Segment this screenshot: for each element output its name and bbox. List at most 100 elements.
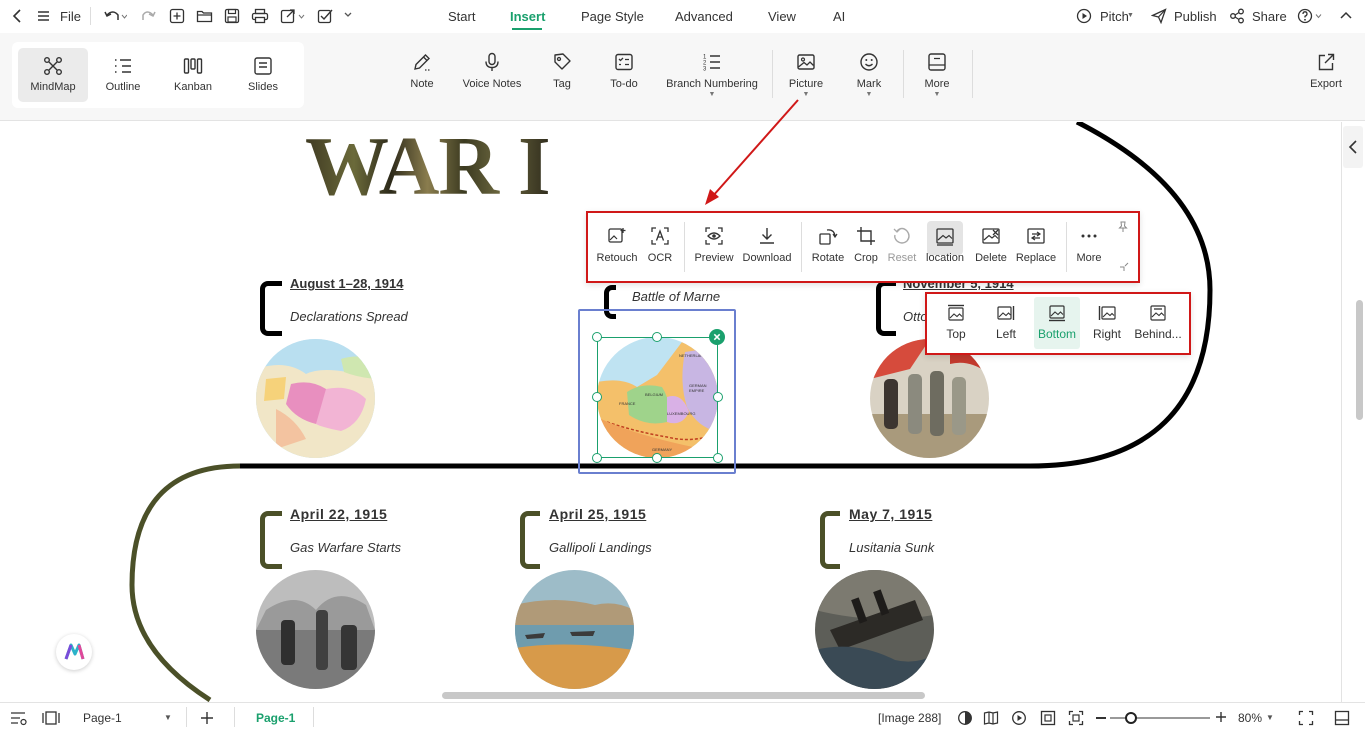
page-panel-icon[interactable] bbox=[42, 710, 60, 726]
image-resize-box[interactable] bbox=[597, 337, 718, 458]
add-page-icon[interactable] bbox=[200, 711, 214, 725]
resize-handle[interactable] bbox=[652, 332, 662, 342]
resize-handle[interactable] bbox=[592, 392, 602, 402]
tab-insert[interactable]: Insert bbox=[510, 9, 545, 24]
download-button[interactable]: Download bbox=[739, 226, 795, 264]
open-folder-icon[interactable] bbox=[196, 8, 213, 24]
publish-icon[interactable] bbox=[1151, 8, 1167, 24]
save-icon[interactable] bbox=[224, 8, 240, 24]
ai-assistant-icon[interactable] bbox=[56, 634, 92, 670]
share-button[interactable]: Share bbox=[1252, 9, 1287, 24]
topic-description[interactable]: Gas Warfare Starts bbox=[290, 540, 401, 555]
location-bottom-option[interactable]: Bottom bbox=[1035, 304, 1079, 341]
voice-notes-button[interactable]: Voice Notes bbox=[458, 48, 526, 104]
file-menu[interactable]: File bbox=[60, 9, 81, 24]
more-options-button[interactable]: More bbox=[1072, 226, 1106, 264]
resize-handle[interactable] bbox=[652, 453, 662, 463]
play-icon[interactable] bbox=[1076, 8, 1092, 24]
chevron-down-icon[interactable] bbox=[343, 10, 353, 20]
fit-page-icon[interactable] bbox=[1040, 710, 1056, 726]
tab-view[interactable]: View bbox=[768, 9, 796, 24]
page-tab-active[interactable]: Page-1 bbox=[256, 711, 295, 725]
redo-icon[interactable] bbox=[141, 8, 157, 24]
gas-warfare-image[interactable] bbox=[256, 570, 375, 689]
zoom-level[interactable]: 80% bbox=[1238, 711, 1262, 725]
share-icon[interactable] bbox=[1229, 8, 1245, 24]
tab-page-style[interactable]: Page Style bbox=[581, 9, 644, 24]
pin-icon[interactable] bbox=[1117, 221, 1129, 233]
horizontal-scrollbar[interactable] bbox=[442, 692, 925, 699]
task-check-icon[interactable] bbox=[317, 8, 333, 24]
topic-date[interactable]: April 25, 1915 bbox=[549, 506, 646, 522]
resize-handle[interactable] bbox=[592, 453, 602, 463]
publish-button[interactable]: Publish bbox=[1174, 9, 1217, 24]
slideshow-play-icon[interactable] bbox=[1011, 710, 1027, 726]
view-outline-button[interactable]: Outline bbox=[88, 48, 158, 102]
view-slides-button[interactable]: Slides bbox=[228, 48, 298, 102]
print-icon[interactable] bbox=[251, 8, 269, 24]
reset-button[interactable]: Reset bbox=[886, 226, 918, 264]
topic-date[interactable]: August 1–28, 1914 bbox=[290, 276, 403, 291]
fullscreen-fit-icon[interactable] bbox=[1068, 710, 1084, 726]
topic-description[interactable]: Declarations Spread bbox=[290, 309, 408, 324]
vertical-scrollbar[interactable] bbox=[1356, 300, 1363, 420]
zoom-slider-thumb[interactable] bbox=[1125, 712, 1137, 724]
location-button[interactable]: location bbox=[922, 226, 968, 264]
crop-button[interactable]: Crop bbox=[851, 226, 881, 264]
tab-start[interactable]: Start bbox=[448, 9, 475, 24]
page-select-dropdown[interactable]: Page-1 ▼ bbox=[70, 706, 178, 730]
resize-handle[interactable] bbox=[713, 453, 723, 463]
topic-description[interactable]: Gallipoli Landings bbox=[549, 540, 652, 555]
europe-map-image[interactable] bbox=[256, 339, 375, 458]
new-icon[interactable] bbox=[169, 8, 185, 24]
book-view-icon[interactable] bbox=[983, 710, 999, 726]
export-share-icon[interactable] bbox=[280, 8, 306, 24]
topic-date[interactable]: May 7, 1915 bbox=[849, 506, 932, 522]
delete-button[interactable]: Delete bbox=[972, 226, 1010, 264]
tag-button[interactable]: Tag bbox=[544, 48, 580, 104]
topic-date[interactable]: April 22, 1915 bbox=[290, 506, 387, 522]
note-button[interactable]: Note bbox=[402, 48, 442, 104]
topic-description[interactable]: Otto bbox=[903, 309, 928, 324]
topic-description[interactable]: Lusitania Sunk bbox=[849, 540, 934, 555]
mark-button[interactable]: Mark ▼ bbox=[850, 48, 888, 104]
hamburger-icon[interactable] bbox=[37, 10, 50, 22]
title-war-i[interactable]: WAR I bbox=[305, 125, 551, 209]
help-icon[interactable] bbox=[1297, 8, 1323, 24]
outline-list-icon[interactable] bbox=[10, 710, 28, 726]
remove-image-icon[interactable] bbox=[709, 329, 725, 345]
fullscreen-icon[interactable] bbox=[1298, 710, 1314, 726]
zoom-out-icon[interactable] bbox=[1096, 717, 1106, 719]
todo-button[interactable]: To-do bbox=[604, 48, 644, 104]
ocr-button[interactable]: OCR bbox=[644, 226, 676, 264]
back-icon[interactable] bbox=[11, 8, 25, 24]
retouch-button[interactable]: Retouch bbox=[594, 226, 640, 264]
resize-handle[interactable] bbox=[713, 392, 723, 402]
location-behind-option[interactable]: Behind... bbox=[1133, 304, 1183, 341]
location-left-option[interactable]: Left bbox=[988, 304, 1024, 341]
preview-button[interactable]: Preview bbox=[692, 226, 736, 264]
more-button[interactable]: More ▼ bbox=[918, 48, 956, 104]
resize-handle[interactable] bbox=[592, 332, 602, 342]
export-button[interactable]: Export bbox=[1305, 48, 1347, 104]
rotate-button[interactable]: Rotate bbox=[810, 226, 846, 264]
pitch-button[interactable]: Pitch bbox=[1100, 9, 1129, 24]
ottoman-soldiers-image[interactable] bbox=[870, 339, 989, 458]
view-mindmap-button[interactable]: MindMap bbox=[18, 48, 88, 102]
undo-icon[interactable] bbox=[103, 8, 127, 24]
gallipoli-landings-image[interactable] bbox=[515, 570, 634, 689]
expand-panel-button[interactable] bbox=[1343, 126, 1363, 168]
replace-button[interactable]: Replace bbox=[1014, 226, 1058, 264]
zoom-in-icon[interactable] bbox=[1215, 711, 1227, 723]
collapse-ribbon-icon[interactable] bbox=[1338, 8, 1354, 24]
location-right-option[interactable]: Right bbox=[1088, 304, 1126, 341]
panel-toggle-icon[interactable] bbox=[1334, 710, 1350, 726]
theme-icon[interactable] bbox=[957, 710, 973, 726]
lusitania-sinking-image[interactable] bbox=[815, 570, 934, 689]
collapse-toolbar-icon[interactable] bbox=[1119, 262, 1129, 272]
topic-description[interactable]: Battle of Marne bbox=[632, 289, 720, 304]
view-kanban-button[interactable]: Kanban bbox=[158, 48, 228, 102]
location-top-option[interactable]: Top bbox=[937, 304, 975, 341]
tab-advanced[interactable]: Advanced bbox=[675, 9, 733, 24]
tab-ai[interactable]: AI bbox=[833, 9, 845, 24]
